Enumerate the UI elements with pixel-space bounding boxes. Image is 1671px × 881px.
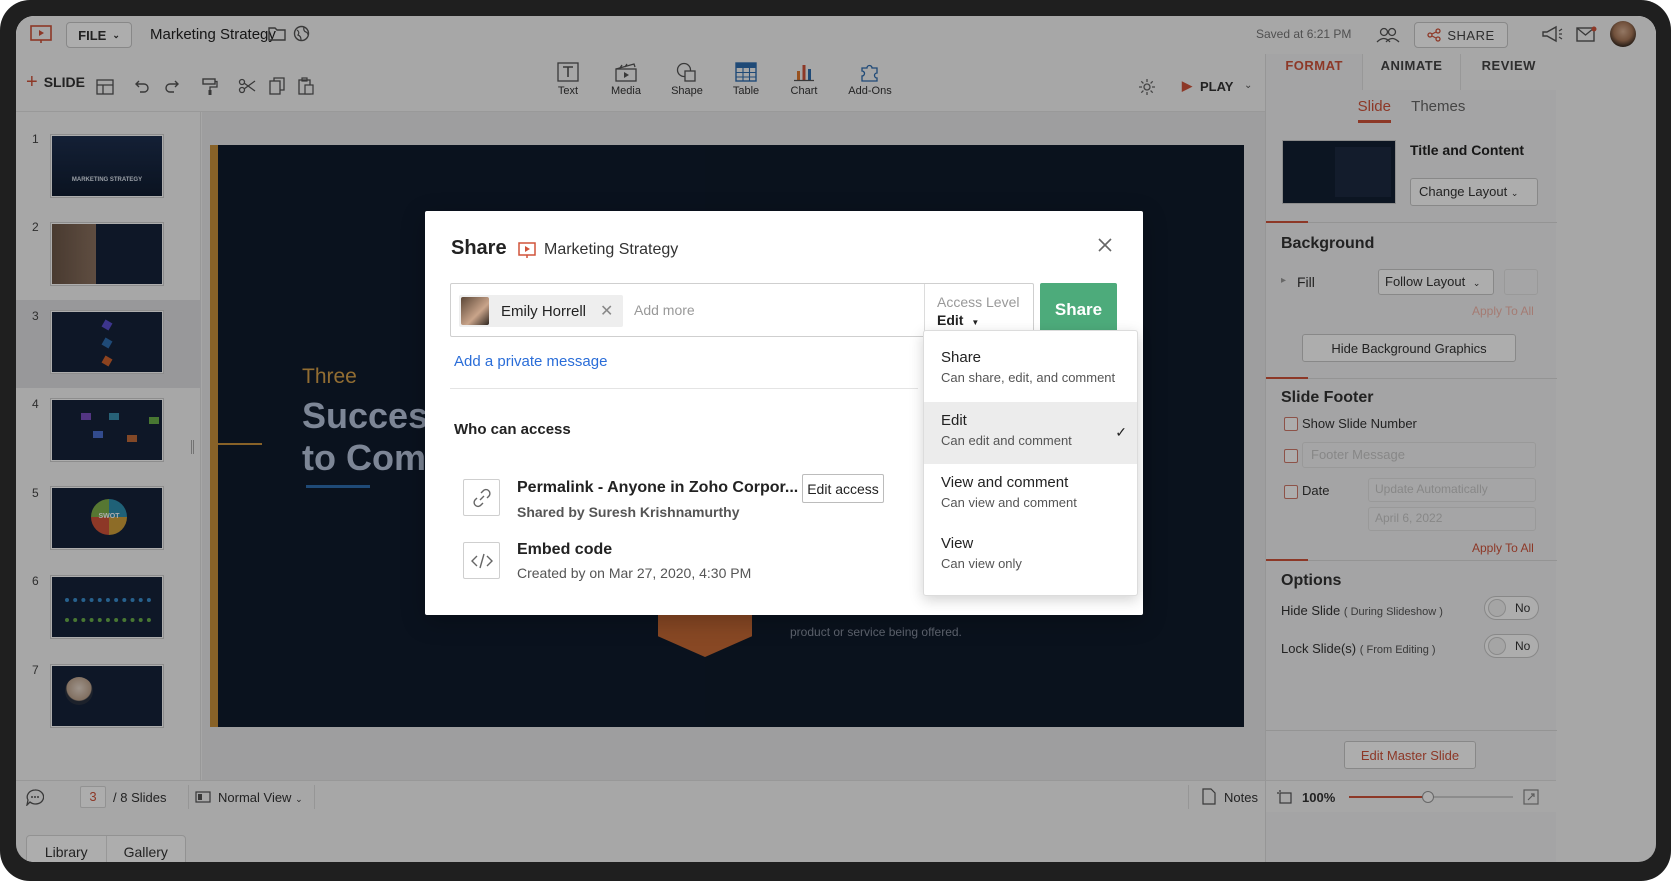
add-private-message-link[interactable]: Add a private message <box>454 353 607 370</box>
access-option-view-and-comment[interactable]: View and comment Can view and comment <box>924 464 1137 526</box>
recipient-chip[interactable]: Emily Horrell ✕ <box>459 295 623 327</box>
option-label: View and comment <box>941 474 1069 491</box>
shared-document-name: Marketing Strategy <box>544 241 679 258</box>
link-icon <box>472 488 491 507</box>
option-label: View <box>941 535 974 552</box>
presentation-icon <box>518 242 536 258</box>
option-description: Can edit and comment <box>941 433 1072 448</box>
access-level-menu: Share Can share, edit, and comment Edit … <box>923 330 1138 596</box>
remove-recipient-icon[interactable]: ✕ <box>600 301 613 321</box>
access-option-view[interactable]: View Can view only <box>924 525 1137 587</box>
close-icon[interactable] <box>1096 236 1114 254</box>
embed-code-title: Embed code <box>517 541 613 558</box>
divider <box>450 388 918 389</box>
option-description: Can share, edit, and comment <box>941 370 1116 385</box>
embed-code-icon <box>470 553 493 568</box>
access-option-share[interactable]: Share Can share, edit, and comment <box>924 339 1137 401</box>
permalink-shared-by: Shared by Suresh Krishnamurthy <box>517 504 740 520</box>
option-description: Can view only <box>941 556 1022 571</box>
access-level-value: Edit <box>937 312 964 328</box>
caret-down-icon: ▼ <box>971 318 980 327</box>
option-label: Share <box>941 349 982 366</box>
permalink-icon-box <box>463 479 500 516</box>
who-can-access-heading: Who can access <box>454 421 571 438</box>
permalink-title: Permalink - Anyone in Zoho Corpor... <box>517 479 799 496</box>
embed-code-created: Created by on Mar 27, 2020, 4:30 PM <box>517 565 752 581</box>
share-submit-button[interactable]: Share <box>1040 283 1117 337</box>
option-label: Edit <box>941 412 967 429</box>
edit-access-button[interactable]: Edit access <box>802 474 884 503</box>
access-option-edit[interactable]: Edit Can edit and comment ✓ <box>924 402 1137 464</box>
recipient-avatar <box>461 297 489 325</box>
embed-icon-box <box>463 542 500 579</box>
share-dialog-title: Share <box>451 237 507 259</box>
add-more-input[interactable]: Add more <box>634 302 695 318</box>
access-level-label: Access Level <box>937 294 1020 310</box>
option-description: Can view and comment <box>941 495 1077 510</box>
recipient-name: Emily Horrell <box>501 302 587 320</box>
checkmark-icon: ✓ <box>1115 424 1127 440</box>
shared-document: Marketing Strategy <box>518 241 678 259</box>
recipients-field[interactable]: Emily Horrell ✕ Add more Access Level Ed… <box>450 283 1034 337</box>
access-level-dropdown[interactable]: Access Level Edit ▼ <box>924 284 1034 336</box>
